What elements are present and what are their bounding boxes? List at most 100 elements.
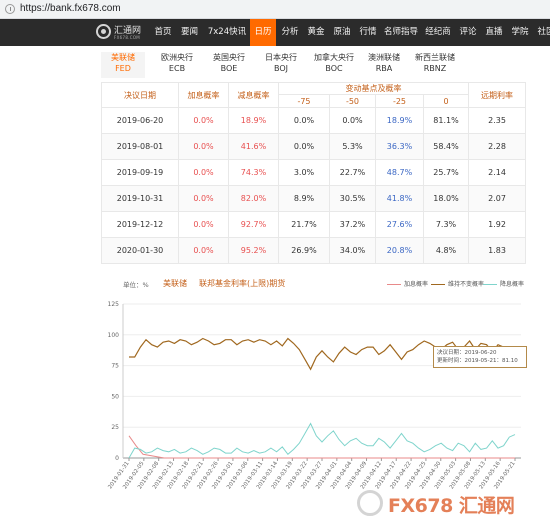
- tab-rbnz[interactable]: 新西兰联储 RBNZ: [410, 52, 460, 76]
- tab-ecb[interactable]: 欧洲央行 ECB: [155, 52, 199, 76]
- nav-item-academy[interactable]: 学院: [508, 19, 532, 46]
- cell-hike: 0.0%: [178, 159, 229, 186]
- watermark-logo-icon: [357, 490, 383, 516]
- cell-c75: 3.0%: [278, 159, 330, 186]
- table-row: 2019-09-19 0.0% 74.3% 3.0% 22.7% 48.7% 2…: [101, 159, 526, 186]
- nav-item-mentor[interactable]: 名师指导: [381, 19, 421, 46]
- y-tick-label: 75: [111, 363, 119, 370]
- header-change-75: -75: [278, 94, 330, 108]
- watermark: FX678 汇通网: [357, 487, 547, 519]
- tab-boc[interactable]: 加拿大央行 BOC: [309, 52, 359, 76]
- nav-item-brokers[interactable]: 经纪商: [422, 19, 454, 46]
- site-logo[interactable]: 汇通网 FX678.COM: [96, 22, 141, 44]
- tab-name: 澳洲联储: [368, 53, 400, 62]
- tab-boj[interactable]: 日本央行 BOJ: [259, 52, 303, 76]
- header-change-25: -25: [375, 94, 424, 108]
- cell-cut: 41.6%: [228, 133, 279, 160]
- cell-c50: 30.5%: [329, 185, 376, 212]
- cell-cut: 74.3%: [228, 159, 279, 186]
- header-date: 决议日期: [101, 82, 179, 108]
- cell-c25: 48.7%: [375, 159, 424, 186]
- cell-hike: 0.0%: [178, 185, 229, 212]
- header-hike: 加息概率: [178, 82, 229, 108]
- cell-cut: 95.2%: [228, 237, 279, 264]
- cell-cut: 18.9%: [228, 107, 279, 134]
- header-cut: 减息概率: [228, 82, 279, 108]
- tab-name: 新西兰联储: [415, 53, 455, 62]
- y-tick-label: 100: [108, 332, 120, 339]
- nav-item-quotes[interactable]: 行情: [356, 19, 380, 46]
- table-row: 2019-10-31 0.0% 82.0% 8.9% 30.5% 41.8% 1…: [101, 185, 526, 212]
- y-tick-label: 0: [115, 455, 119, 462]
- cell-date: 2019-06-20: [101, 107, 179, 134]
- cell-c50: 37.2%: [329, 211, 376, 238]
- cell-cut: 82.0%: [228, 185, 279, 212]
- tab-boe[interactable]: 英国央行 BOE: [207, 52, 251, 76]
- cell-c25: 18.9%: [375, 107, 424, 134]
- tooltip-line2: 更新时间：2019-05-21：81.10: [437, 358, 518, 364]
- tooltip-line1: 决议日期：2019-06-20: [437, 350, 497, 356]
- cell-hike: 0.0%: [178, 107, 229, 134]
- tab-code: BOJ: [273, 64, 288, 73]
- cell-date: 2019-09-19: [101, 159, 179, 186]
- tab-name: 英国央行: [213, 53, 245, 62]
- tab-name: 美联储: [111, 53, 135, 62]
- cell-hike: 0.0%: [178, 133, 229, 160]
- cell-date: 2019-08-01: [101, 133, 179, 160]
- cell-c0: 4.8%: [423, 237, 469, 264]
- nav-item-live[interactable]: 直播: [482, 19, 506, 46]
- tab-rba[interactable]: 澳洲联储 RBA: [362, 52, 406, 76]
- cell-c0: 18.0%: [423, 185, 469, 212]
- header-forward: 远期利率: [468, 82, 526, 108]
- logo-icon: [96, 24, 111, 39]
- cell-c75: 21.7%: [278, 211, 330, 238]
- logo-sub: FX678.COM: [114, 35, 141, 40]
- cell-forward: 1.92: [468, 211, 526, 238]
- cell-c50: 22.7%: [329, 159, 376, 186]
- cell-c0: 25.7%: [423, 159, 469, 186]
- nav-item-calendar[interactable]: 日历: [250, 19, 276, 46]
- cell-forward: 2.07: [468, 185, 526, 212]
- tab-code: BOC: [325, 64, 343, 73]
- cell-c0: 58.4%: [423, 133, 469, 160]
- cell-hike: 0.0%: [178, 211, 229, 238]
- nav-item-home[interactable]: 首页: [151, 19, 175, 46]
- header-change-0: 0: [423, 94, 469, 108]
- nav-item-gold[interactable]: 黄金: [304, 19, 328, 46]
- rate-probability-table: 决议日期 加息概率 减息概率 变动基点及概率 远期利率 -75 -50 -25 …: [101, 82, 526, 264]
- url-text[interactable]: https://bank.fx678.com: [20, 3, 121, 14]
- tab-code: FED: [115, 64, 131, 73]
- table-row: 2019-08-01 0.0% 41.6% 0.0% 5.3% 36.3% 58…: [101, 133, 526, 160]
- cell-c75: 26.9%: [278, 237, 330, 264]
- cell-forward: 2.28: [468, 133, 526, 160]
- nav-item-community[interactable]: 社区: [534, 19, 550, 46]
- nav-item-analysis[interactable]: 分析: [278, 19, 302, 46]
- tab-code: RBNZ: [423, 64, 447, 73]
- nav-item-oil[interactable]: 原油: [330, 19, 354, 46]
- table-row: 2019-06-20 0.0% 18.9% 0.0% 0.0% 18.9% 81…: [101, 107, 526, 134]
- cell-forward: 2.14: [468, 159, 526, 186]
- cell-date: 2019-12-12: [101, 211, 179, 238]
- nav-item-flash[interactable]: 7x24快讯: [205, 19, 249, 46]
- cell-c50: 0.0%: [329, 107, 376, 134]
- watermark-text: FX678 汇通网: [388, 495, 515, 517]
- cell-c25: 20.8%: [375, 237, 424, 264]
- chart-tooltip: 决议日期：2019-06-20 更新时间：2019-05-21：81.10: [433, 346, 527, 368]
- tab-code: ECB: [168, 64, 186, 73]
- cell-cut: 92.7%: [228, 211, 279, 238]
- tab-fed[interactable]: 美联储 FED: [101, 52, 145, 78]
- y-tick-label: 125: [108, 301, 120, 308]
- cell-c25: 41.8%: [375, 185, 424, 212]
- nav-item-comments[interactable]: 评论: [456, 19, 480, 46]
- nav-item-news[interactable]: 要闻: [177, 19, 202, 46]
- cell-forward: 2.35: [468, 107, 526, 134]
- info-icon[interactable]: [5, 4, 15, 14]
- tab-code: BOE: [220, 64, 238, 73]
- browser-address-bar[interactable]: https://bank.fx678.com: [0, 0, 550, 19]
- cell-c75: 0.0%: [278, 133, 330, 160]
- cell-c75: 8.9%: [278, 185, 330, 212]
- header-change-50: -50: [329, 94, 376, 108]
- table-row: 2019-12-12 0.0% 92.7% 21.7% 37.2% 27.6% …: [101, 211, 526, 238]
- top-nav: 汇通网 FX678.COM 首页 要闻 7x24快讯 日历 分析 黄金 原油 行…: [0, 19, 550, 46]
- cell-date: 2020-01-30: [101, 237, 179, 264]
